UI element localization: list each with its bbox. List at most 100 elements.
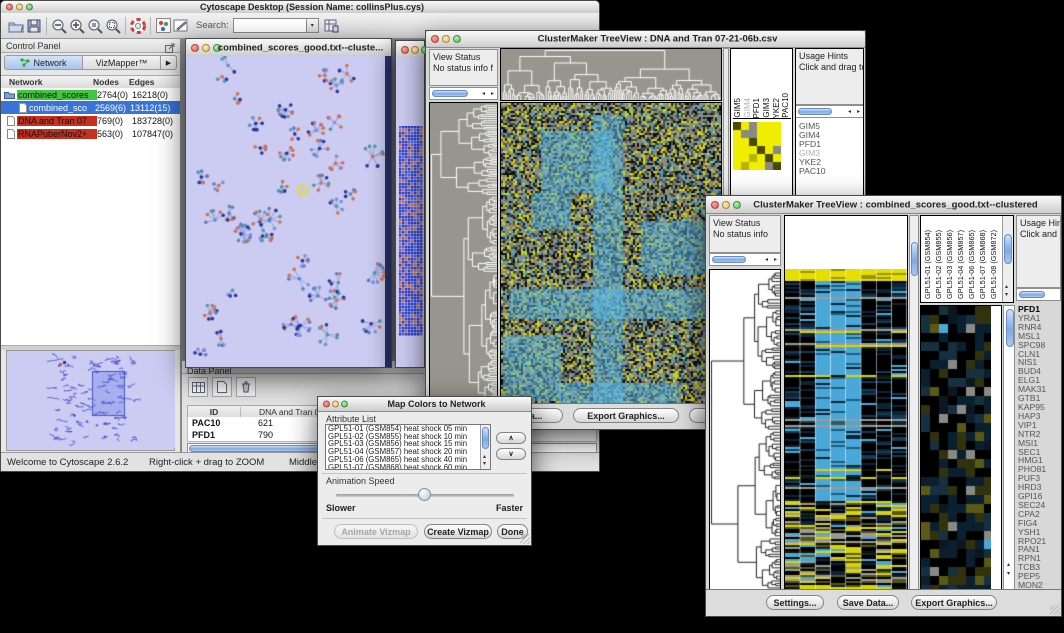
gene-label[interactable]: PAC10 (799, 167, 826, 176)
export-graphics-button[interactable]: Export Graphics... (573, 408, 679, 423)
close-button[interactable] (191, 44, 199, 52)
zoom-in-icon[interactable] (68, 17, 86, 35)
hscroll-thumb[interactable] (432, 90, 468, 97)
close-button[interactable] (711, 201, 719, 209)
id-column-header[interactable]: ID (188, 407, 241, 417)
scroll-down-icon[interactable]: ▾ (1007, 571, 1010, 577)
column-dendrogram-canvas[interactable] (501, 49, 721, 100)
open-folder-icon[interactable] (7, 17, 25, 35)
vscroll-thumb[interactable] (1004, 234, 1012, 264)
status-hscrollbar[interactable]: ◂ ▸ (709, 253, 781, 266)
network-row-combined-scores[interactable]: combined_scores 2764(0) 16218(0) (1, 88, 180, 101)
settings-button[interactable]: Settings... (766, 595, 824, 610)
row-dendrogram-panel[interactable] (429, 102, 498, 405)
map-dialog-titlebar[interactable]: Map Colors to Network (318, 397, 531, 412)
new-attribute-icon[interactable] (212, 377, 232, 397)
column-header-edges[interactable]: Edges (129, 77, 155, 87)
close-button[interactable] (401, 46, 409, 54)
column-labels-vscrollbar[interactable]: ▴ ▾ (1002, 216, 1013, 302)
zoom-out-icon[interactable] (50, 17, 68, 35)
network-row-rnapuber[interactable]: RNAPuberNov2+ 563(0) 107847(0) (1, 127, 180, 140)
attribute-browser-icon[interactable] (323, 17, 341, 35)
save-data-button[interactable]: Save Data... (837, 595, 899, 610)
column-header-network[interactable]: Network (1, 77, 93, 87)
column-header-nodes[interactable]: Nodes (93, 77, 129, 87)
close-button[interactable] (6, 4, 13, 11)
scroll-left-icon[interactable]: ◂ (765, 257, 768, 263)
zoom-fit-icon[interactable] (104, 17, 122, 35)
zoom-selected-icon[interactable] (86, 17, 104, 35)
zoom-heatmap-panel[interactable] (920, 305, 1002, 591)
save-icon[interactable] (25, 17, 43, 35)
search-dropdown-icon[interactable]: ▾ (306, 18, 319, 33)
scroll-up-icon[interactable]: ▴ (1007, 562, 1010, 568)
hints-hscrollbar[interactable]: ◂ ▸ (795, 105, 864, 118)
scroll-down-icon[interactable]: ▾ (1005, 292, 1008, 298)
network-grid-canvas[interactable] (399, 126, 423, 336)
annotation-icon[interactable] (172, 17, 190, 35)
row-dendrogram-canvas[interactable] (710, 270, 780, 590)
node-palette-icon[interactable] (154, 17, 172, 35)
hints-hscrollbar[interactable] (1016, 288, 1061, 301)
hscroll-thumb[interactable] (1019, 291, 1045, 298)
scroll-right-icon[interactable]: ▸ (491, 91, 494, 97)
resize-grip[interactable] (520, 534, 530, 544)
network-view-canvas[interactable] (186, 56, 385, 367)
zoom-button[interactable] (341, 401, 348, 408)
heatmap-canvas[interactable] (501, 103, 721, 404)
network-row-dna-tran[interactable]: DNA and Tran 07 769(0) 183728(0) (1, 114, 180, 127)
move-up-button[interactable]: ∧ (496, 432, 526, 444)
attribute-item[interactable]: GPL51-07 (GSM868) heat shock 60 min (328, 464, 490, 470)
create-vizmap-button[interactable]: Create Vizmap (424, 524, 492, 539)
export-graphics-button[interactable]: Export Graphics... (911, 595, 997, 610)
move-down-button[interactable]: ∨ (496, 448, 526, 460)
treeview-dna-titlebar[interactable]: ClusterMaker TreeView : DNA and Tran 07-… (426, 31, 865, 48)
network-row-combined-sco-selected[interactable]: combined_sco 2569(6) 13112(15) (1, 101, 180, 114)
gene-list-vscrollbar[interactable]: ▴ ▾ (1003, 305, 1015, 591)
row-dendrogram-canvas[interactable] (430, 103, 497, 404)
scroll-up-icon[interactable]: ▴ (1005, 284, 1008, 290)
minimize-button[interactable] (411, 46, 419, 54)
scroll-up-icon[interactable]: ▴ (483, 454, 486, 460)
minimize-button[interactable] (332, 401, 339, 408)
network-window-2-titlebar[interactable] (396, 41, 424, 59)
search-input[interactable] (233, 18, 306, 33)
network-view-2-content[interactable] (396, 58, 424, 367)
network-window-titlebar[interactable]: combined_scores_good.txt--cluste... (186, 39, 391, 57)
heatmap-panel[interactable] (784, 215, 908, 591)
vscroll-thumb[interactable] (482, 427, 489, 449)
attribute-list[interactable]: GPL51-01 (GSM854) heat shock 05 minGPL51… (325, 424, 491, 470)
scroll-left-icon[interactable]: ◂ (482, 91, 485, 97)
help-lifebuoy-icon[interactable] (129, 17, 147, 35)
hscroll-thumb[interactable] (798, 108, 832, 115)
scroll-right-icon[interactable]: ▸ (774, 257, 777, 263)
scroll-down-icon[interactable]: ▾ (483, 461, 486, 467)
heatmap-panel[interactable] (500, 102, 722, 405)
zoom-heatmap-canvas[interactable] (921, 306, 991, 590)
delete-attribute-icon[interactable] (236, 377, 256, 397)
close-button[interactable] (431, 35, 439, 43)
network-overview-panel[interactable] (6, 350, 175, 451)
network-overview-canvas[interactable] (7, 351, 175, 448)
zoom-heatmap-canvas[interactable] (733, 122, 781, 170)
close-button[interactable] (323, 401, 330, 408)
column-dendrogram-panel[interactable] (500, 48, 722, 101)
resize-grip[interactable] (1050, 605, 1060, 615)
heatmap-canvas[interactable] (785, 269, 907, 591)
hscroll-thumb[interactable] (712, 256, 746, 263)
minimize-button[interactable] (722, 201, 730, 209)
animate-vizmap-button[interactable]: Animate Vizmap (334, 524, 418, 539)
tab-network[interactable]: Network (4, 55, 83, 70)
scroll-left-icon[interactable]: ◂ (848, 109, 851, 115)
minimize-button[interactable] (202, 44, 210, 52)
scroll-right-icon[interactable]: ▸ (857, 109, 860, 115)
vscroll-thumb[interactable] (911, 242, 918, 276)
speed-slider-thumb[interactable] (418, 488, 431, 501)
minimize-button[interactable] (442, 35, 450, 43)
status-hscrollbar[interactable]: ◂ ▸ (429, 87, 498, 100)
heatmap-vscrollbar[interactable] (909, 215, 919, 591)
treeview-combined-titlebar[interactable]: ClusterMaker TreeView : combined_scores_… (706, 196, 1061, 214)
row-dendrogram-panel[interactable] (709, 269, 781, 591)
tab-overflow-icon[interactable]: ▶ (161, 55, 177, 70)
minimize-button[interactable] (16, 4, 23, 11)
